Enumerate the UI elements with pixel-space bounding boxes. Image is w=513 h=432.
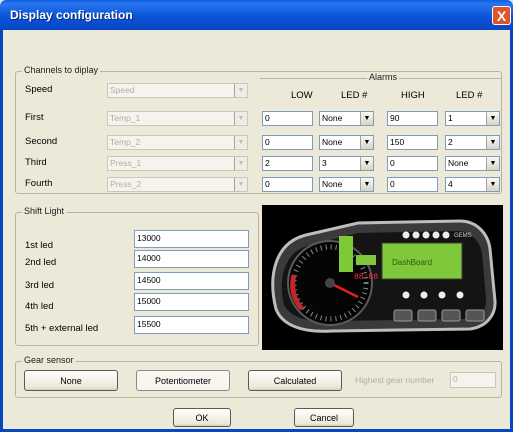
led-high-select-first[interactable]: 1 ▼ <box>445 111 500 126</box>
close-button[interactable]: X <box>492 6 511 25</box>
svg-text:GEMS: GEMS <box>454 233 472 239</box>
channel-select-first[interactable]: Temp_1 ▼ <box>107 111 248 126</box>
shift-led-input[interactable]: 15000 <box>134 293 249 311</box>
high-input-third[interactable]: 0 <box>387 156 438 171</box>
high-input-first[interactable]: 90 <box>387 111 438 126</box>
low-input-fourth[interactable]: 0 <box>262 177 313 192</box>
channels-group <box>15 71 502 194</box>
shift-led-input[interactable]: 13000 <box>134 230 249 248</box>
window-frame-left <box>0 30 3 432</box>
chevron-down-icon: ▼ <box>486 178 499 191</box>
shift-led-input[interactable]: 14000 <box>134 250 249 268</box>
channel-select-second[interactable]: Temp_2 ▼ <box>107 135 248 150</box>
shift-led-label: 4th led <box>25 301 54 312</box>
shift-led-input[interactable]: 14500 <box>134 272 249 290</box>
chevron-down-icon: ▼ <box>360 112 373 125</box>
row-label-speed: Speed <box>25 84 53 95</box>
led-low-select-third[interactable]: 3 ▼ <box>319 156 374 171</box>
chevron-down-icon: ▼ <box>234 84 247 97</box>
channel-select-speed[interactable]: Speed ▼ <box>107 83 248 98</box>
high-input-fourth[interactable]: 0 <box>387 177 438 192</box>
gear-sensor-group-label: Gear sensor <box>22 355 76 365</box>
low-header: LOW <box>291 90 313 101</box>
cancel-button[interactable]: Cancel <box>294 408 354 427</box>
chevron-down-icon: ▼ <box>234 178 247 191</box>
led-high-select-third[interactable]: None ▼ <box>445 156 500 171</box>
highest-gear-input[interactable]: 0 <box>450 372 496 388</box>
led-low-header: LED # <box>341 90 368 101</box>
gear-calculated-button[interactable]: Calculated <box>248 370 342 391</box>
chevron-down-icon: ▼ <box>360 157 373 170</box>
led-low-select-first[interactable]: None ▼ <box>319 111 374 126</box>
high-input-second[interactable]: 150 <box>387 135 438 150</box>
low-input-third[interactable]: 2 <box>262 156 313 171</box>
alarms-label: Alarms <box>367 72 400 82</box>
chevron-down-icon: ▼ <box>360 178 373 191</box>
svg-text:88:88: 88:88 <box>354 273 378 282</box>
channel-select-fourth[interactable]: Press_2 ▼ <box>107 177 248 192</box>
led-high-select-fourth[interactable]: 4 ▼ <box>445 177 500 192</box>
row-label-fourth: Fourth <box>25 178 53 189</box>
led-high-header: LED # <box>456 90 483 101</box>
gear-potentiometer-button[interactable]: Potentiometer <box>136 370 230 391</box>
chevron-down-icon: ▼ <box>486 136 499 149</box>
chevron-down-icon: ▼ <box>360 136 373 149</box>
shift-led-label: 2nd led <box>25 257 57 268</box>
chevron-down-icon: ▼ <box>486 157 499 170</box>
svg-text:DashBoard: DashBoard <box>392 258 432 267</box>
chevron-down-icon: ▼ <box>486 112 499 125</box>
dashboard-graphic: 88:88 DashBoard GEMS <box>271 219 497 333</box>
high-header: HIGH <box>401 90 425 101</box>
row-label-first: First <box>25 112 44 123</box>
channels-group-label: Channels to diplay <box>22 65 101 75</box>
led-low-select-fourth[interactable]: None ▼ <box>319 177 374 192</box>
row-label-second: Second <box>25 136 58 147</box>
low-input-first[interactable]: 0 <box>262 111 313 126</box>
row-label-third: Third <box>25 157 47 168</box>
led-high-select-second[interactable]: 2 ▼ <box>445 135 500 150</box>
shift-led-label: 1st led <box>25 240 53 251</box>
channel-select-third[interactable]: Press_1 ▼ <box>107 156 248 171</box>
highest-gear-label: Highest gear number <box>355 375 435 385</box>
gear-none-button[interactable]: None <box>24 370 118 391</box>
ok-button[interactable]: OK <box>173 408 231 427</box>
chevron-down-icon: ▼ <box>234 136 247 149</box>
shift-led-input[interactable]: 15500 <box>134 316 249 334</box>
low-input-second[interactable]: 0 <box>262 135 313 150</box>
shift-light-group-label: Shift Light <box>22 206 67 216</box>
chevron-down-icon: ▼ <box>234 157 247 170</box>
window-title: Display configuration <box>10 8 133 22</box>
shift-led-label: 5th + external led <box>25 323 99 334</box>
led-low-select-second[interactable]: None ▼ <box>319 135 374 150</box>
shift-led-label: 3rd led <box>25 280 55 291</box>
dashboard-image: 88:88 DashBoard GEMS <box>262 205 503 350</box>
chevron-down-icon: ▼ <box>234 112 247 125</box>
